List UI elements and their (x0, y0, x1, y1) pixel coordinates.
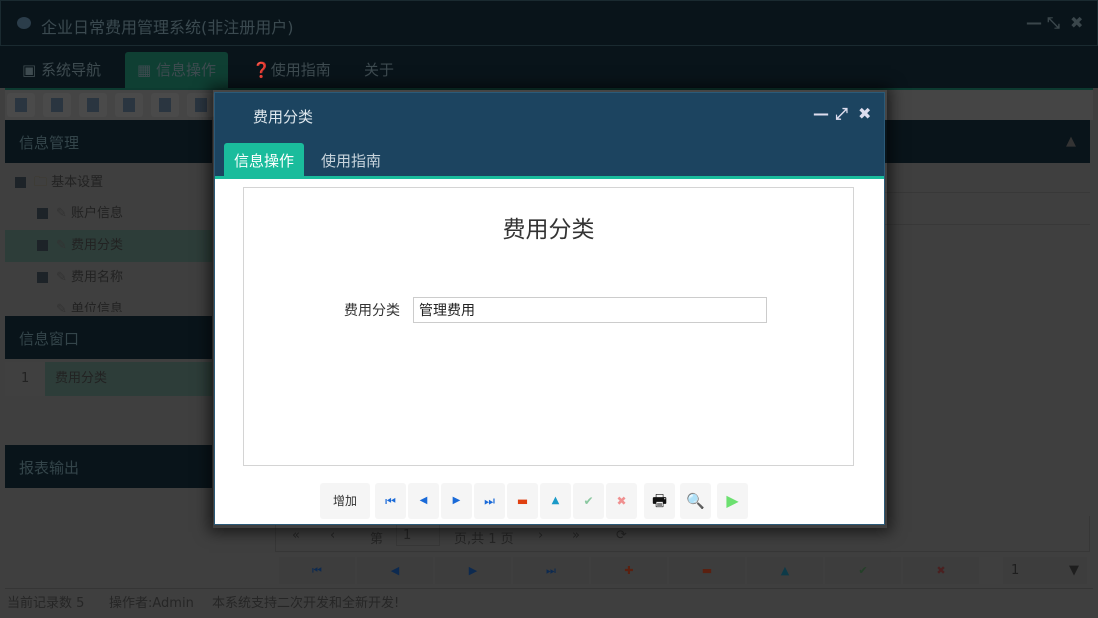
add-button[interactable]: 增加 (320, 483, 370, 519)
tree-node-unit[interactable]: ✎ 单位信息 (5, 294, 212, 312)
expand-icon[interactable] (37, 208, 48, 219)
category-input[interactable] (413, 297, 767, 323)
status-bar: 当前记录数 5 操作者:Admin 本系统支持二次开发和全新开发! (5, 588, 1093, 611)
info-window-header[interactable]: 信息窗口 (5, 316, 212, 359)
page-size-select[interactable]: 1 ▼ (1003, 557, 1087, 584)
minimize-icon[interactable]: — (813, 104, 829, 123)
tool-icon: ✎ (56, 270, 72, 285)
monitor-tool-button[interactable] (151, 93, 179, 117)
restore-icon[interactable]: ⤡ (1047, 13, 1060, 33)
app-logo-icon (17, 17, 31, 29)
report-header[interactable]: 报表输出 (5, 445, 212, 488)
tool-icon: ✎ (56, 302, 72, 312)
close-icon[interactable]: ✖ (858, 104, 871, 123)
menu-guide[interactable]: ❓使用指南 (240, 52, 343, 88)
expand-icon[interactable] (37, 272, 48, 283)
add-record-button[interactable]: ✚ (591, 557, 667, 584)
first-record-button[interactable]: ⏮ (375, 483, 406, 519)
confirm-record-button[interactable]: ✔ (825, 557, 901, 584)
refresh-icon[interactable]: ⟳ (616, 528, 627, 543)
edit-button[interactable]: ▲ (540, 483, 571, 519)
tree-node-account[interactable]: ✎ 账户信息 (5, 198, 212, 230)
dialog-title: 费用分类 (253, 108, 314, 126)
first-page-icon[interactable]: « (292, 528, 300, 543)
tree-node-category[interactable]: ✎ 费用分类 (5, 230, 212, 262)
app-title: 企业日常费用管理系统(非注册用户) (41, 18, 294, 37)
cancel-button[interactable]: ✖ (606, 483, 637, 519)
tree-node-basic[interactable]: 🗀 基本设置 (5, 167, 212, 199)
next-record-button[interactable]: ▶ (441, 483, 472, 519)
window-list-item[interactable]: 1 费用分类 (5, 362, 212, 396)
folder-icon: 🗀 (34, 175, 52, 190)
category-label: 费用分类 (344, 303, 400, 319)
list-tool-button[interactable] (43, 93, 71, 117)
form-panel: 费用分类 费用分类 (243, 187, 854, 466)
maximize-icon[interactable]: ⤢ (835, 104, 848, 124)
last-record-button[interactable]: ⏭ (474, 483, 505, 519)
confirm-button[interactable]: ✔ (573, 483, 604, 519)
edit-record-button[interactable]: ▲ (747, 557, 823, 584)
collapse-up-icon[interactable]: ▲ (1066, 134, 1076, 149)
collapse-icon[interactable] (15, 177, 26, 188)
tool-icon: ✎ (56, 238, 72, 253)
menu-system-nav[interactable]: ▣ 系统导航 (10, 52, 113, 88)
document-tool-button[interactable] (79, 93, 107, 117)
user-tool-button[interactable] (115, 93, 143, 117)
close-icon[interactable]: ✖ (1070, 13, 1083, 32)
delete-button[interactable]: ▬ (507, 483, 538, 519)
form-title: 费用分类 (502, 217, 595, 243)
cancel-record-button[interactable]: ✖ (903, 557, 979, 584)
run-button[interactable]: ▶ (717, 483, 748, 519)
record-nav: ⏮ ◀ ▶ ⏭ ✚ ▬ ▲ ✔ ✖ 1 ▼ (275, 555, 1090, 587)
print-button[interactable]: 🖶 (644, 483, 675, 519)
prev-record-button[interactable]: ◀ (357, 557, 433, 584)
delete-record-button[interactable]: ▬ (669, 557, 745, 584)
grid-icon: ▦ (137, 61, 156, 79)
tool-icon: ✎ (56, 206, 72, 221)
expand-icon[interactable] (37, 240, 48, 251)
next-page-icon[interactable]: › (538, 528, 543, 543)
search-tool-button[interactable] (7, 93, 35, 117)
category-dialog: 费用分类 — ⤢ ✖ 信息操作 使用指南 费用分类 费用分类 增加 ⏮ ◀ ▶ … (214, 92, 885, 525)
tree-node-name[interactable]: ✎ 费用名称 (5, 262, 212, 294)
info-manage-header[interactable]: 信息管理 (5, 120, 212, 163)
last-record-button[interactable]: ⏭ (513, 557, 589, 584)
dialog-header[interactable]: 费用分类 — ⤢ ✖ (215, 93, 884, 135)
prev-page-icon[interactable]: ‹ (330, 528, 335, 543)
chevron-down-icon: ▼ (1069, 563, 1079, 578)
more-tool-button[interactable] (187, 93, 215, 117)
menu-bar: ▣ 系统导航 ▦ 信息操作 ❓使用指南 关于 (0, 46, 1098, 88)
help-icon: ❓ (252, 61, 271, 79)
app-titlebar: 企业日常费用管理系统(非注册用户) — ⤡ ✖ (0, 0, 1098, 46)
dialog-tabs: 信息操作 使用指南 (215, 135, 884, 179)
print-preview-button[interactable]: 🔍 (680, 483, 711, 519)
next-record-button[interactable]: ▶ (435, 557, 511, 584)
minimize-icon[interactable]: — (1026, 13, 1042, 32)
prev-record-button[interactable]: ◀ (408, 483, 439, 519)
window-icon: ▣ (22, 61, 41, 79)
menu-about[interactable]: 关于 (352, 52, 406, 88)
last-page-icon[interactable]: » (572, 528, 580, 543)
tab-guide[interactable]: 使用指南 (311, 143, 391, 179)
menu-info-ops[interactable]: ▦ 信息操作 (125, 52, 228, 88)
tab-info-ops[interactable]: 信息操作 (224, 143, 305, 179)
first-record-button[interactable]: ⏮ (279, 557, 355, 584)
